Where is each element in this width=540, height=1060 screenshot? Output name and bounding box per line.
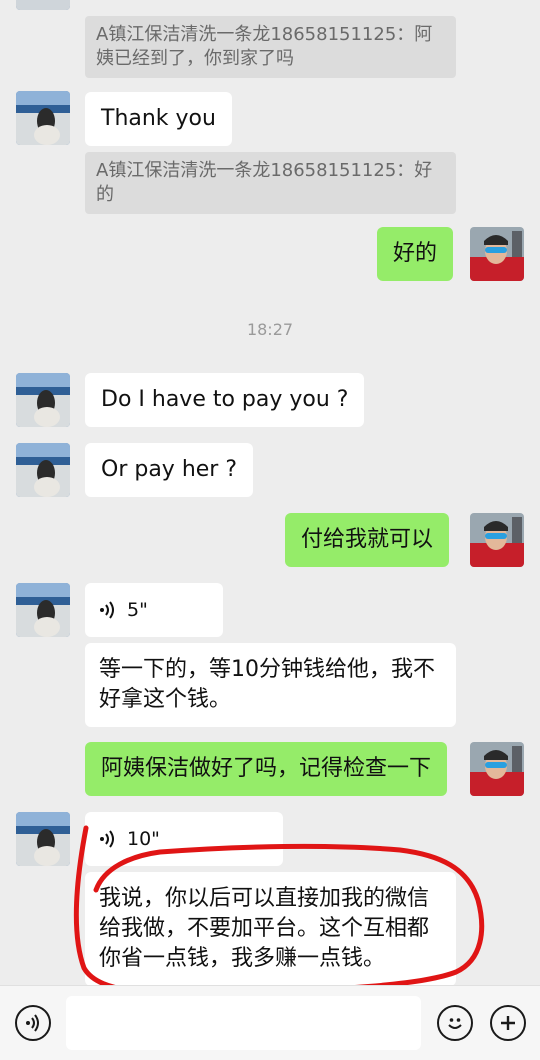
contact-avatar[interactable]: [16, 443, 70, 497]
quoted-message: A镇江保洁清洗一条龙18658151125：好的: [85, 152, 456, 214]
message-input[interactable]: [66, 996, 421, 1050]
timestamp: 18:27: [246, 320, 294, 339]
message-bubble[interactable]: Or pay her ?: [85, 443, 254, 497]
message-bubble[interactable]: Thank you: [85, 92, 232, 146]
message-bubble[interactable]: 我说，你以后可以直接加我的微信给我做，不要加平台。这个互相都你省一点钱，我多赚一…: [85, 872, 456, 985]
quoted-message: A镇江保洁清洗一条龙18658151125：阿姨已经到了，你到家了吗: [85, 16, 456, 78]
message-text: 付给我就可以: [301, 527, 434, 552]
message-bubble-outgoing[interactable]: 好的: [377, 227, 454, 281]
input-bar: [0, 985, 540, 1060]
voice-message[interactable]: 5": [85, 583, 223, 637]
quoted-text: A镇江保洁清洗一条龙18658151125：好的: [96, 160, 433, 205]
plus-icon[interactable]: [490, 1005, 526, 1041]
contact-avatar[interactable]: [16, 583, 70, 637]
message-bubble-outgoing[interactable]: 付给我就可以: [285, 513, 450, 567]
my-avatar[interactable]: [470, 513, 524, 567]
message-bubble-outgoing[interactable]: 阿姨保洁做好了吗，记得检查一下: [85, 742, 448, 796]
contact-avatar[interactable]: [16, 91, 70, 145]
message-text: Do I have to pay you ?: [101, 387, 349, 412]
emoji-icon[interactable]: [437, 1005, 473, 1041]
voice-wave-icon: [100, 601, 114, 619]
contact-avatar[interactable]: [16, 0, 70, 10]
voice-message[interactable]: 10": [85, 812, 283, 866]
message-text: Or pay her ?: [101, 457, 238, 482]
contact-avatar[interactable]: [16, 812, 70, 866]
voice-wave-icon: [100, 830, 114, 848]
message-bubble[interactable]: Do I have to pay you ?: [85, 373, 365, 427]
message-text: 好的: [393, 241, 438, 266]
voice-icon[interactable]: [15, 1005, 51, 1041]
my-avatar[interactable]: [470, 742, 524, 796]
chat-area[interactable]: A镇江保洁清洗一条龙18658151125：阿姨已经到了，你到家了吗 Thank…: [0, 0, 540, 985]
voice-duration: 5": [127, 599, 148, 621]
message-text: 等一下的，等10分钟钱给他，我不好拿这个钱。: [99, 657, 435, 712]
message-text: 我说，你以后可以直接加我的微信给我做，不要加平台。这个互相都你省一点钱，我多赚一…: [99, 886, 430, 971]
message-text: 阿姨保洁做好了吗，记得检查一下: [101, 756, 432, 781]
contact-avatar[interactable]: [16, 373, 70, 427]
message-text: Thank you: [101, 106, 216, 131]
quoted-text: A镇江保洁清洗一条龙18658151125：阿姨已经到了，你到家了吗: [96, 24, 433, 69]
voice-duration: 10": [127, 828, 160, 850]
my-avatar[interactable]: [470, 227, 524, 281]
message-bubble[interactable]: 等一下的，等10分钟钱给他，我不好拿这个钱。: [85, 643, 456, 727]
